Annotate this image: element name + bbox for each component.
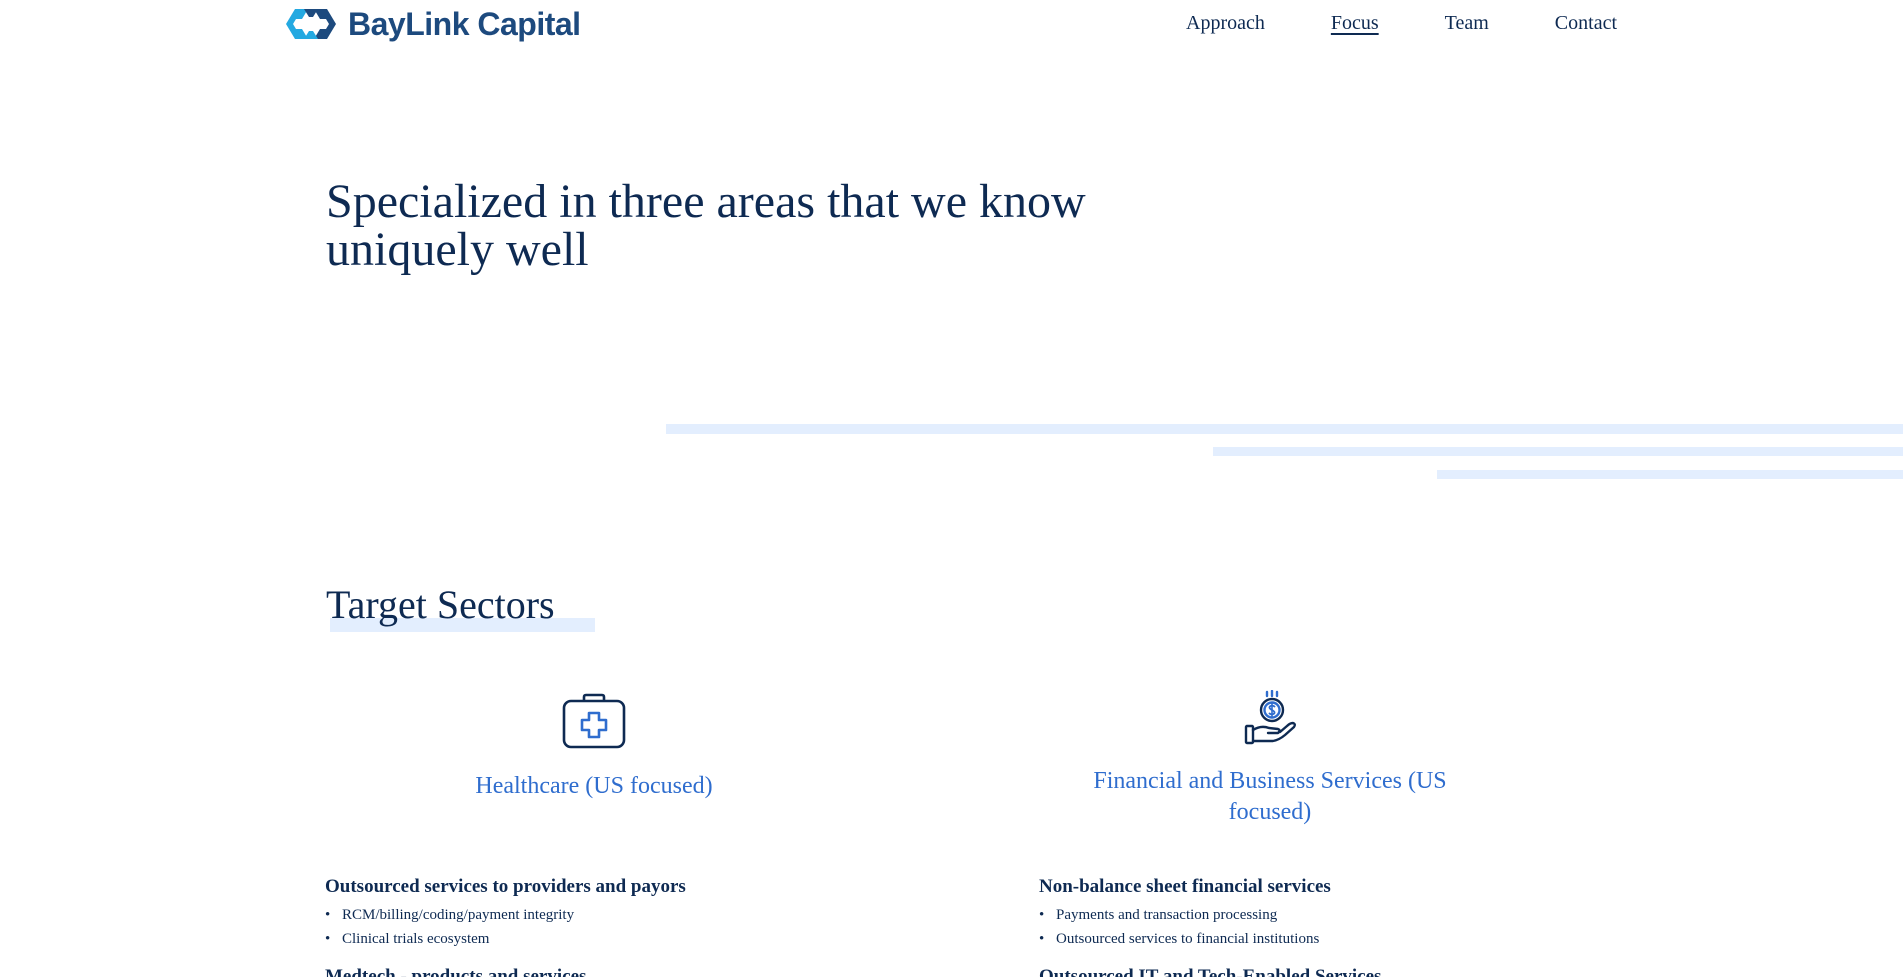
list-item: RCM/billing/coding/payment integrity bbox=[325, 903, 574, 927]
decorative-stripe bbox=[1437, 470, 1903, 479]
decorative-stripe bbox=[666, 424, 1903, 434]
subsector-heading: Outsourced IT and Tech-Enabled Services bbox=[1039, 966, 1382, 977]
subsector-list: RCM/billing/coding/payment integrity Cli… bbox=[325, 903, 574, 951]
list-item: Clinical trials ecosystem bbox=[325, 927, 574, 951]
subsector-heading: Non-balance sheet financial services bbox=[1039, 876, 1331, 897]
sector-title-healthcare: Healthcare (US focused) bbox=[475, 773, 713, 799]
medical-kit-icon bbox=[562, 693, 626, 749]
decorative-stripe bbox=[1213, 447, 1903, 456]
subsector-list: Payments and transaction processing Outs… bbox=[1039, 903, 1319, 951]
brand-logo[interactable]: BayLink Capital bbox=[284, 4, 581, 44]
nav-team[interactable]: Team bbox=[1445, 12, 1489, 35]
brand-name: BayLink Capital bbox=[348, 5, 581, 42]
main-nav: Approach Focus Team Contact bbox=[1150, 12, 1617, 35]
list-item: Outsourced services to financial institu… bbox=[1039, 927, 1319, 951]
baylink-logo-icon bbox=[286, 9, 336, 39]
sector-title-financial-services: Financial and Business Services (US focu… bbox=[1093, 768, 1447, 825]
list-item: Payments and transaction processing bbox=[1039, 903, 1319, 927]
section-title: Target Sectors bbox=[326, 582, 555, 627]
hero-title: Specialized in three areas that we know … bbox=[326, 175, 1086, 276]
subsector-heading: Outsourced services to providers and pay… bbox=[325, 876, 686, 897]
nav-focus[interactable]: Focus bbox=[1331, 12, 1379, 35]
hand-with-dollar-coin-icon bbox=[1244, 690, 1296, 745]
subsector-heading: Medtech - products and services bbox=[325, 966, 587, 977]
nav-contact[interactable]: Contact bbox=[1555, 12, 1617, 35]
nav-approach[interactable]: Approach bbox=[1186, 12, 1265, 35]
